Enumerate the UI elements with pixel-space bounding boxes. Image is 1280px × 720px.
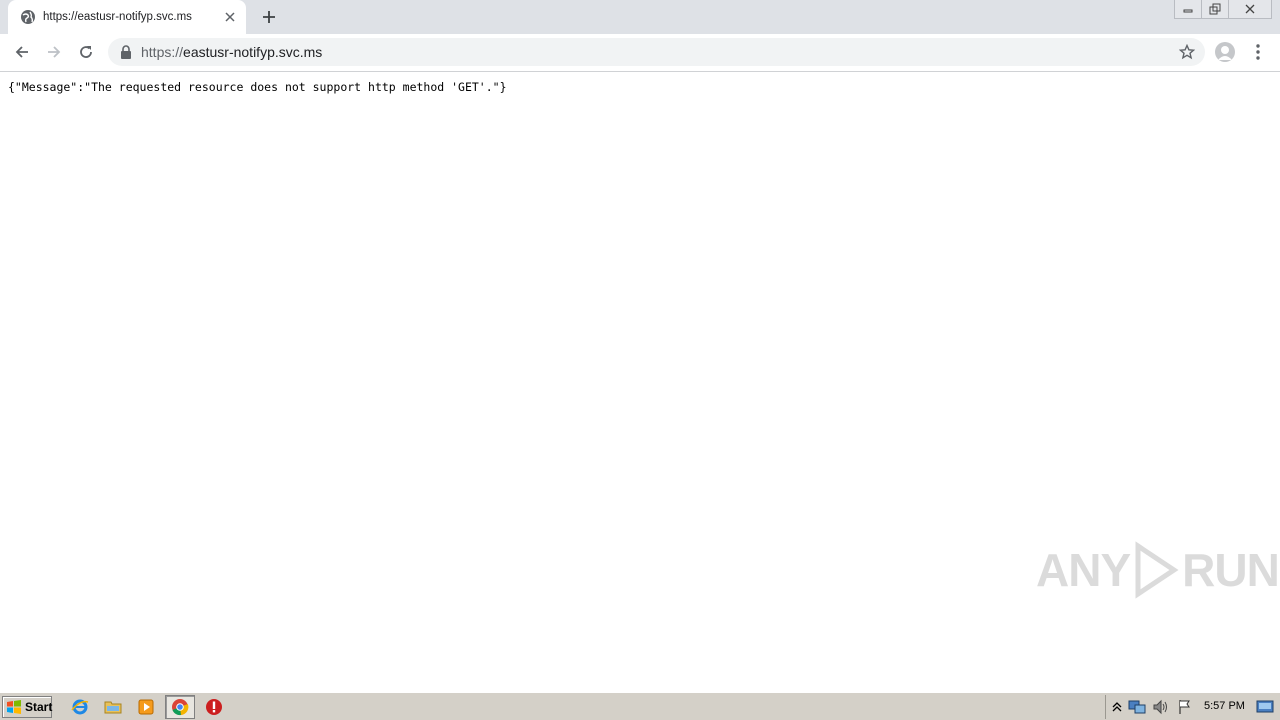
reload-icon[interactable] — [74, 40, 98, 64]
taskbar-clock[interactable]: 5:57 PM — [1204, 700, 1245, 712]
windows-logo-icon — [6, 699, 22, 715]
back-arrow-icon[interactable] — [10, 40, 34, 64]
window-controls — [1174, 0, 1272, 19]
bookmark-star-icon[interactable] — [1178, 43, 1196, 60]
action-center-flag-icon[interactable] — [1176, 698, 1194, 716]
url-host: eastusr-notifyp.svc.ms — [183, 44, 323, 60]
chrome-icon[interactable] — [170, 697, 190, 717]
forward-arrow-icon[interactable] — [42, 40, 66, 64]
explorer-folder-icon[interactable] — [103, 697, 123, 717]
play-triangle-icon — [1132, 540, 1180, 600]
volume-icon[interactable] — [1152, 698, 1170, 716]
stop-icon[interactable] — [204, 697, 224, 717]
globe-icon — [20, 9, 36, 25]
kebab-menu-icon[interactable] — [1250, 42, 1266, 62]
start-button[interactable]: Start — [2, 696, 52, 718]
close-tab-icon[interactable] — [222, 9, 238, 25]
lock-icon[interactable] — [120, 45, 132, 59]
close-window-icon[interactable] — [1228, 0, 1272, 19]
address-bar[interactable]: https://eastusr-notifyp.svc.ms — [108, 38, 1205, 66]
start-label: Start — [25, 700, 53, 714]
restore-icon[interactable] — [1201, 0, 1229, 19]
browser-tab[interactable]: https://eastusr-notifyp.svc.ms — [8, 0, 246, 34]
profile-avatar-icon[interactable] — [1215, 42, 1235, 62]
new-tab-icon[interactable] — [259, 7, 279, 27]
anyrun-watermark: ANY RUN — [1036, 535, 1280, 605]
url-scheme: https:// — [141, 44, 184, 60]
system-tray: 5:57 PM — [1105, 695, 1280, 719]
tab-strip: https://eastusr-notifyp.svc.ms — [0, 0, 1280, 34]
media-player-icon[interactable] — [136, 697, 156, 717]
show-hidden-icons-icon[interactable] — [1108, 698, 1126, 716]
show-desktop-icon[interactable] — [1256, 698, 1274, 716]
network-icon[interactable] — [1128, 698, 1146, 716]
watermark-text-right: RUN — [1182, 544, 1280, 596]
taskbar: Start 5:57 PM — [0, 692, 1280, 720]
tab-title: https://eastusr-notifyp.svc.ms — [43, 11, 192, 23]
address-url[interactable]: https://eastusr-notifyp.svc.ms — [141, 44, 322, 60]
watermark-text-left: ANY — [1036, 544, 1131, 596]
ie-icon[interactable] — [70, 697, 90, 717]
json-response-text: {"Message":"The requested resource does … — [8, 80, 507, 94]
minimize-icon[interactable] — [1174, 0, 1202, 19]
browser-toolbar: https://eastusr-notifyp.svc.ms — [0, 34, 1280, 72]
